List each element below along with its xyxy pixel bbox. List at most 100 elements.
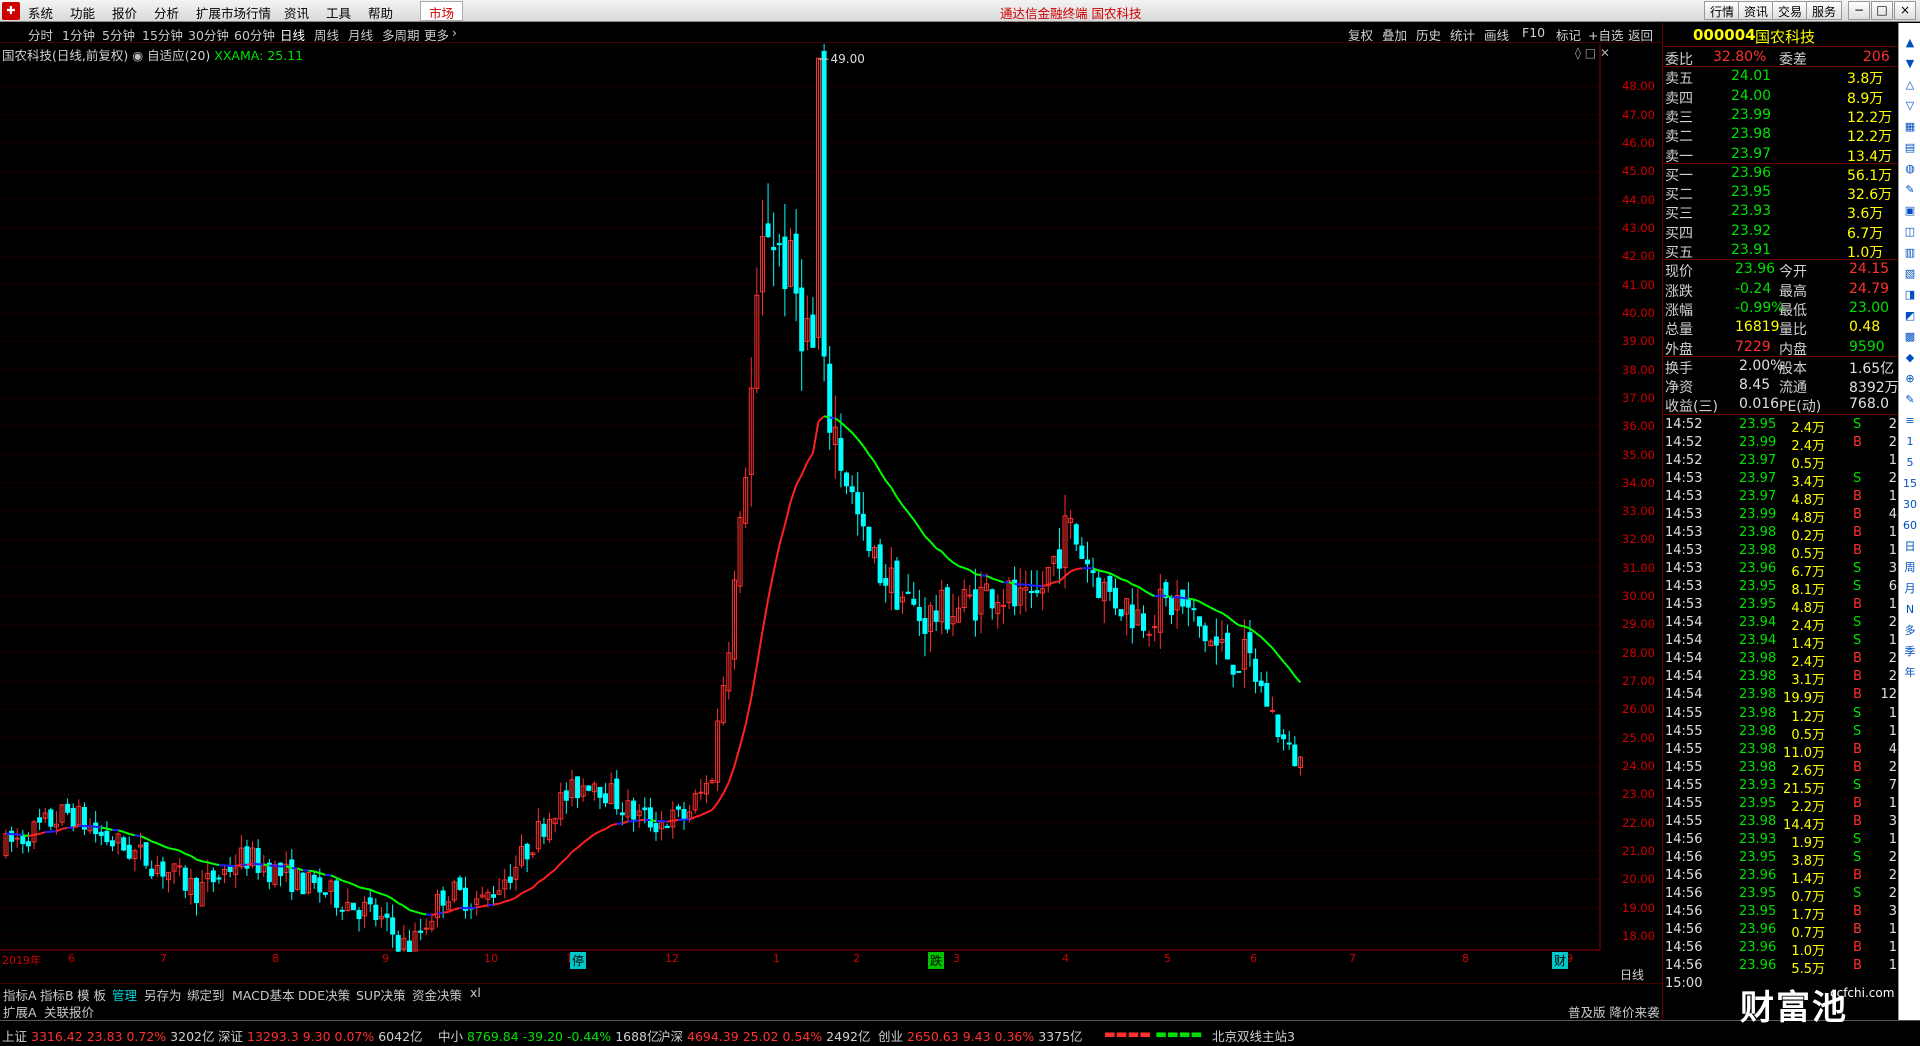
market-tab[interactable]: 市场 [420, 1, 464, 21]
trade-button[interactable]: 交易 [1772, 1, 1809, 20]
sidebar-function-icon[interactable]: ◍ [1902, 161, 1918, 177]
tick-row[interactable]: 14:53 23.95 4.8万 B 1 [1663, 596, 1899, 616]
tick-row[interactable]: 14:56 23.96 1.4万 B 2 [1663, 867, 1899, 887]
news-button[interactable]: 资讯 [1738, 1, 1775, 20]
menu-ext-market[interactable]: 扩展市场行情 [196, 3, 271, 22]
sidebar-function-icon[interactable]: ◫ [1902, 224, 1918, 240]
tick-row[interactable]: 14:54 23.94 2.4万 S 2 [1663, 614, 1899, 634]
period-daily[interactable]: 日线 [280, 25, 305, 44]
sidebar-function-icon[interactable]: 周 [1902, 560, 1918, 576]
sidebar-function-icon[interactable]: ✎ [1902, 182, 1918, 198]
finance-marker[interactable]: 财 [1552, 952, 1569, 969]
index-1[interactable]: 深证 13293.3 9.30 0.07% 6042亿 [218, 1026, 423, 1045]
sidebar-function-icon[interactable]: N [1902, 602, 1918, 618]
sidebar-function-icon[interactable]: △ [1902, 77, 1918, 93]
tool-overlay[interactable]: 叠加 [1382, 25, 1407, 44]
sidebar-function-icon[interactable]: 60 [1902, 518, 1918, 534]
tab-xl[interactable]: xl [470, 985, 481, 1000]
tab-related-quote[interactable]: 关联报价 [44, 1002, 94, 1021]
tick-row[interactable]: 14:53 23.97 4.8万 B 1 [1663, 488, 1899, 508]
tool-add-favorite[interactable]: +自选 [1588, 25, 1623, 44]
tick-row[interactable]: 14:52 23.95 2.4万 S 2 [1663, 416, 1899, 436]
sidebar-function-icon[interactable]: 日 [1902, 539, 1918, 555]
tick-row[interactable]: 14:55 23.98 11.0万 B 4 [1663, 741, 1899, 761]
period-weekly[interactable]: 周线 [314, 25, 339, 44]
menu-system[interactable]: 系统 [28, 3, 53, 22]
sidebar-function-icon[interactable]: 多 [1902, 623, 1918, 639]
tick-row[interactable]: 14:55 23.93 21.5万 S 7 [1663, 777, 1899, 797]
menu-help[interactable]: 帮助 [368, 3, 393, 22]
chart-controls-icon[interactable]: ◊ □ ✕ [1575, 46, 1610, 60]
menu-news[interactable]: 资讯 [284, 3, 309, 22]
tick-row[interactable]: 14:56 23.96 1.0万 B 1 [1663, 939, 1899, 959]
menu-analysis[interactable]: 分析 [154, 3, 179, 22]
maximize-icon[interactable]: □ [1871, 1, 1893, 20]
menu-tools[interactable]: 工具 [326, 3, 351, 22]
index-4[interactable]: 创业 2650.63 9.43 0.36% 3375亿 [878, 1026, 1083, 1045]
sidebar-function-icon[interactable]: ▩ [1902, 329, 1918, 345]
tick-row[interactable]: 14:52 23.97 0.5万 1 [1663, 452, 1899, 472]
index-2[interactable]: 中小 8769.84 -39.20 -0.44% 1688亿 [438, 1026, 660, 1045]
tick-row[interactable]: 14:54 23.98 19.9万 B 12 [1663, 686, 1899, 706]
kline-chart[interactable]: 49.0017.03 [0, 44, 1662, 952]
service-button[interactable]: 服务 [1806, 1, 1843, 20]
tool-back[interactable]: 返回 [1628, 25, 1653, 44]
drop-marker[interactable]: 跌 [928, 952, 945, 969]
tick-row[interactable]: 14:55 23.95 2.2万 B 1 [1663, 795, 1899, 815]
sidebar-function-icon[interactable]: ◨ [1902, 287, 1918, 303]
period-60min[interactable]: 60分钟 [234, 25, 275, 44]
tool-f10[interactable]: F10 [1522, 25, 1545, 40]
tick-row[interactable]: 14:56 23.95 3.8万 S 2 [1663, 849, 1899, 869]
period-1min[interactable]: 1分钟 [62, 25, 95, 44]
tick-row[interactable]: 14:54 23.98 2.4万 B 2 [1663, 650, 1899, 670]
sidebar-function-icon[interactable]: ≡ [1902, 413, 1918, 429]
tick-row[interactable]: 14:56 23.96 5.5万 B 1 [1663, 957, 1899, 977]
tick-row[interactable]: 14:53 23.99 4.8万 B 4 [1663, 506, 1899, 526]
sidebar-function-icon[interactable]: ▥ [1902, 245, 1918, 261]
tick-row[interactable]: 14:53 23.97 3.4万 S 2 [1663, 470, 1899, 490]
sidebar-function-icon[interactable]: 5 [1902, 455, 1918, 471]
sidebar-function-icon[interactable]: ◆ [1902, 350, 1918, 366]
promo-link[interactable]: 普及版 降价来袭 [1568, 1002, 1659, 1021]
sidebar-function-icon[interactable]: 1 [1902, 434, 1918, 450]
period-multi[interactable]: 多周期 [382, 25, 420, 44]
tool-adjust[interactable]: 复权 [1348, 25, 1373, 44]
tick-row[interactable]: 14:56 23.96 0.7万 B 1 [1663, 921, 1899, 941]
tick-row[interactable]: 14:53 23.96 6.7万 S 3 [1663, 560, 1899, 580]
quote-button[interactable]: 行情 [1704, 1, 1741, 20]
menu-function[interactable]: 功能 [70, 3, 95, 22]
tick-row[interactable]: 14:55 23.98 1.2万 S 1 [1663, 705, 1899, 725]
period-30min[interactable]: 30分钟 [188, 25, 229, 44]
period-15min[interactable]: 15分钟 [142, 25, 183, 44]
period-5min[interactable]: 5分钟 [102, 25, 135, 44]
index-3[interactable]: 沪深 4694.39 25.02 0.54% 2492亿 [658, 1026, 870, 1045]
tick-row[interactable]: 14:53 23.98 0.5万 B 1 [1663, 542, 1899, 562]
tick-row[interactable]: 14:56 23.95 1.7万 B 3 [1663, 903, 1899, 923]
index-0[interactable]: 上证 3316.42 23.83 0.72% 3202亿 [2, 1026, 214, 1045]
tab-ext-a[interactable]: 扩展A [3, 1002, 37, 1021]
period-intraday[interactable]: 分时 [28, 25, 53, 44]
chevron-right-icon[interactable]: › [452, 25, 457, 40]
sidebar-function-icon[interactable]: 季 [1902, 644, 1918, 660]
sidebar-function-icon[interactable]: 30 [1902, 497, 1918, 513]
sidebar-function-icon[interactable]: ▼ [1902, 56, 1918, 72]
sidebar-function-icon[interactable]: ▦ [1902, 119, 1918, 135]
tick-row[interactable]: 14:56 23.93 1.9万 S 1 [1663, 831, 1899, 851]
sidebar-function-icon[interactable]: ▧ [1902, 266, 1918, 282]
tick-row[interactable]: 14:55 23.98 14.4万 B 3 [1663, 813, 1899, 833]
sidebar-function-icon[interactable]: ◩ [1902, 308, 1918, 324]
sidebar-function-icon[interactable]: ✎ [1902, 392, 1918, 408]
sidebar-function-icon[interactable]: ▤ [1902, 140, 1918, 156]
quote-header[interactable]: 000004 国农科技 [1663, 23, 1899, 47]
close-icon[interactable]: × [1894, 1, 1916, 20]
tool-statistics[interactable]: 统计 [1450, 25, 1475, 44]
tick-row[interactable]: 14:54 23.98 3.1万 B 2 [1663, 668, 1899, 688]
tick-row[interactable]: 14:53 23.95 8.1万 S 6 [1663, 578, 1899, 598]
menu-quote[interactable]: 报价 [112, 3, 137, 22]
sidebar-function-icon[interactable]: ▣ [1902, 203, 1918, 219]
sidebar-function-icon[interactable]: ▲ [1902, 35, 1918, 51]
tool-mark[interactable]: 标记 [1556, 25, 1581, 44]
sidebar-function-icon[interactable]: 月 [1902, 581, 1918, 597]
tick-row[interactable]: 14:55 23.98 2.6万 B 2 [1663, 759, 1899, 779]
period-more[interactable]: 更多 [424, 25, 449, 44]
